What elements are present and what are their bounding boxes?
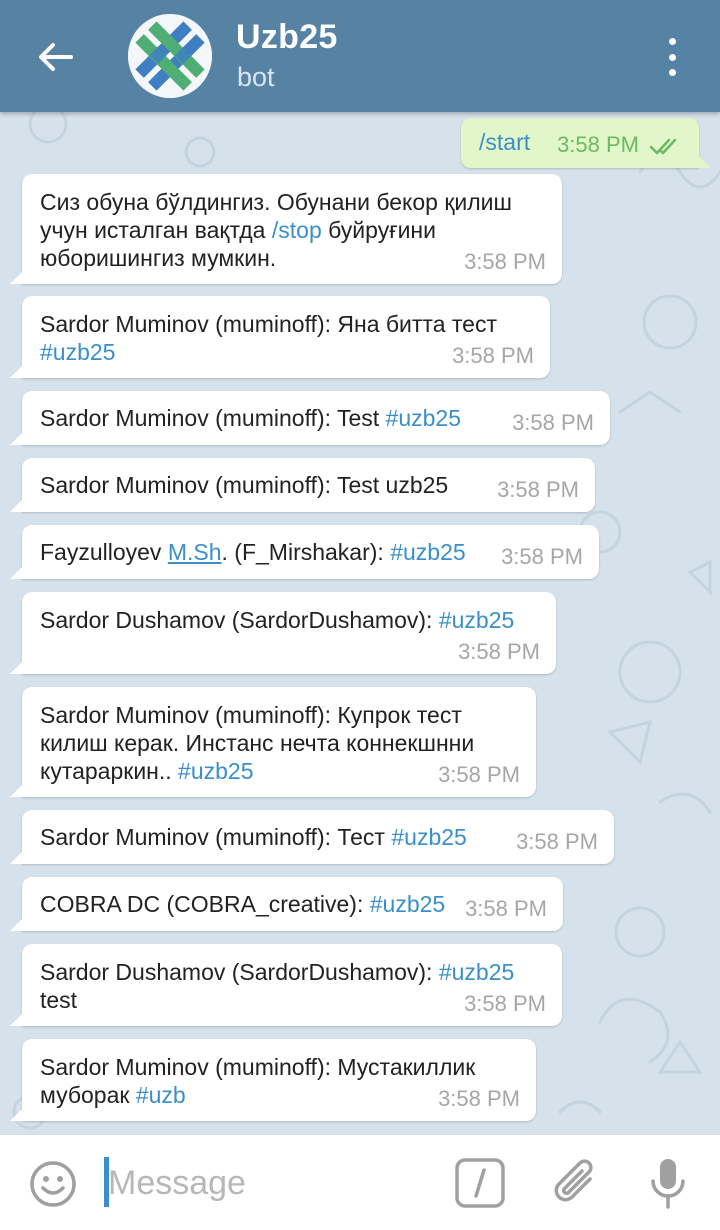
hashtag-link[interactable]: #uzb25 — [390, 539, 465, 565]
microphone-icon — [651, 1159, 685, 1209]
message-text: test — [40, 987, 78, 1013]
message-time: 3:58 PM — [464, 991, 546, 1016]
incoming-message[interactable]: Sardor Dushamov (SardorDushamov): #uzb25… — [10, 944, 562, 1026]
bot-commands-button[interactable] — [454, 1157, 506, 1209]
hashtag-link[interactable]: #uzb25 — [40, 339, 115, 365]
text-link[interactable]: M.Sh — [168, 539, 222, 565]
outgoing-message[interactable]: /start 3:58 PM — [461, 118, 711, 168]
chat-title[interactable]: Uzb25 — [236, 18, 338, 57]
message-text: Sardor Dushamov (SardorDushamov): — [40, 959, 439, 985]
message-input[interactable] — [108, 1157, 428, 1209]
hashtag-link[interactable]: #uzb25 — [439, 959, 514, 985]
incoming-message[interactable]: Sardor Muminov (muminoff): Test uzb25 3:… — [10, 458, 595, 512]
arrow-left-icon — [39, 43, 73, 71]
emoji-button[interactable] — [28, 1159, 78, 1209]
message-text: Sardor Muminov (muminoff): Купрок тест к… — [40, 702, 475, 784]
more-options-button[interactable] — [654, 34, 690, 80]
message-time: 3:58 PM — [438, 762, 520, 787]
message-time: 3:58 PM — [501, 544, 583, 569]
message-composer — [0, 1134, 720, 1230]
incoming-message[interactable]: Sardor Dushamov (SardorDushamov): #uzb25… — [10, 592, 556, 674]
message-time: 3:58 PM — [516, 829, 598, 854]
paperclip-icon — [554, 1159, 593, 1202]
incoming-message[interactable]: Fayzulloyev M.Sh. (F_Mirshakar): #uzb25 … — [10, 525, 599, 579]
back-button[interactable] — [30, 36, 80, 78]
message-time: 3:58 PM — [452, 343, 534, 368]
incoming-message[interactable]: Sardor Muminov (muminoff): Мустакиллик м… — [10, 1039, 536, 1121]
hashtag-link[interactable]: #uzb — [136, 1082, 186, 1108]
incoming-message[interactable]: Сиз обуна бўлдингиз. Обунани бекор қилиш… — [10, 174, 562, 284]
message-text: Sardor Muminov (muminoff): Test uzb25 — [40, 472, 449, 498]
message-text: COBRA DC (COBRA_creative): — [40, 891, 370, 917]
bot-avatar[interactable] — [128, 14, 212, 98]
message-text: . (F_Mirshakar): — [221, 539, 391, 565]
smiley-icon — [30, 1161, 76, 1207]
message-text: Fayzulloyev — [40, 539, 168, 565]
message-text[interactable]: /start — [479, 129, 530, 155]
more-vertical-icon — [668, 38, 676, 45]
hashtag-link[interactable]: #uzb25 — [370, 891, 445, 917]
uzb25-logo-icon — [128, 14, 212, 98]
message-text: Sardor Muminov (muminoff): Мустакиллик м… — [40, 1054, 476, 1108]
message-text: Sardor Muminov (muminoff): Test — [40, 405, 386, 431]
chat-header: Uzb25 bot — [0, 0, 720, 112]
incoming-message[interactable]: Sardor Muminov (muminoff): Яна битта тес… — [10, 296, 550, 378]
hashtag-link[interactable]: #uzb25 — [386, 405, 461, 431]
hashtag-link[interactable]: #uzb25 — [391, 824, 466, 850]
message-text: Sardor Muminov (muminoff): Тест — [40, 824, 392, 850]
message-time: 3:58 PM — [458, 639, 540, 664]
message-text: Sardor Muminov (muminoff): Яна битта тес… — [40, 311, 497, 337]
incoming-message[interactable]: COBRA DC (COBRA_creative): #uzb25 3:58 P… — [10, 877, 563, 931]
attach-button[interactable] — [550, 1155, 602, 1211]
hashtag-link[interactable]: #uzb25 — [178, 758, 253, 784]
message-time: 3:58 PM — [465, 896, 547, 921]
chat-subtitle: bot — [237, 62, 275, 92]
incoming-message[interactable]: Sardor Muminov (muminoff): Тест #uzb25 3… — [10, 810, 614, 864]
hashtag-link[interactable]: #uzb25 — [439, 607, 514, 633]
message-list[interactable]: /start 3:58 PM Сиз обуна бўлдингиз. Обун… — [0, 112, 720, 1134]
incoming-message[interactable]: Sardor Muminov (muminoff): Купрок тест к… — [10, 687, 536, 797]
double-check-icon — [649, 138, 677, 155]
slash-command-icon — [455, 1158, 505, 1208]
incoming-message[interactable]: Sardor Muminov (muminoff): Test #uzb25 3… — [10, 391, 610, 445]
message-time: 3:58 PM — [497, 477, 579, 502]
message-time: 3:58 PM — [557, 132, 639, 157]
bot-command-link[interactable]: /stop — [272, 217, 322, 243]
message-time: 3:58 PM — [512, 410, 594, 435]
message-time: 3:58 PM — [438, 1086, 520, 1111]
message-time: 3:58 PM — [464, 249, 546, 274]
message-text: Sardor Dushamov (SardorDushamov): — [40, 607, 439, 633]
voice-message-button[interactable] — [648, 1155, 688, 1213]
